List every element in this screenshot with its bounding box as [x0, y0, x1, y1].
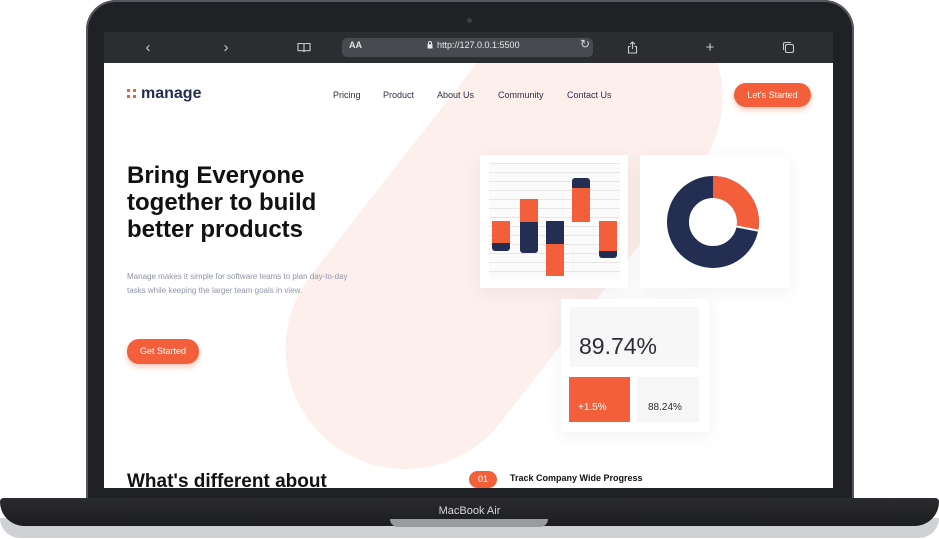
bar-segment: [572, 188, 590, 222]
donut-segment-orange: [712, 176, 759, 231]
logo-icon: [127, 89, 137, 99]
share-icon[interactable]: [617, 32, 647, 63]
bar-segment: [599, 251, 617, 258]
chevron-right-icon[interactable]: ›: [211, 32, 241, 63]
nav-product[interactable]: Product: [383, 90, 414, 100]
bar-segment: [546, 244, 564, 276]
camera-icon: [467, 18, 472, 23]
get-started-button[interactable]: Get Started: [127, 339, 199, 364]
header-cta-button[interactable]: Let's Started: [734, 83, 811, 107]
feature-title: Track Company Wide Progress: [510, 473, 643, 483]
nav-community[interactable]: Community: [498, 90, 544, 100]
bar-segment: [520, 222, 538, 253]
secondary-stat-tile: 88.24%: [637, 377, 699, 422]
bar-segment: [572, 178, 590, 188]
donut-chart: [667, 176, 759, 268]
nav-pricing[interactable]: Pricing: [333, 90, 361, 100]
big-stat-value: 89.74%: [579, 333, 658, 359]
nav-contact-us[interactable]: Contact Us: [567, 90, 612, 100]
bar-segment: [520, 199, 538, 222]
bar-chart-card: [480, 155, 628, 288]
hero-description: Manage makes it simple for software team…: [127, 272, 348, 295]
book-icon[interactable]: [289, 32, 319, 63]
delta-value: +1.5%: [578, 402, 607, 413]
tabs-icon[interactable]: [773, 32, 803, 63]
logo-text[interactable]: manage: [141, 85, 201, 103]
web-viewport: manage Pricing Product About Us Communit…: [104, 63, 833, 488]
laptop-notch: [390, 519, 548, 527]
section-heading: What's different about: [127, 471, 327, 488]
plus-icon[interactable]: +: [695, 32, 725, 63]
bar-segment: [492, 221, 510, 243]
hero-title: Bring Everyone together to build better …: [127, 162, 317, 243]
url-text[interactable]: http://127.0.0.1:5500: [437, 40, 520, 50]
bar-segment: [599, 221, 617, 251]
bar-segment: [492, 243, 510, 251]
donut-chart-card: [640, 155, 790, 288]
big-stat-tile: 89.74%: [570, 307, 699, 367]
chevron-left-icon[interactable]: ‹: [133, 32, 163, 63]
laptop-brand-label: MacBook Air: [438, 505, 501, 517]
nav-about-us[interactable]: About Us: [437, 90, 474, 100]
reload-icon[interactable]: ↻: [580, 37, 590, 51]
feature-number-badge: 01: [469, 471, 497, 488]
bar-segment: [546, 221, 564, 244]
secondary-stat-value: 88.24%: [648, 402, 682, 413]
text-size-button[interactable]: AA: [349, 40, 362, 50]
stats-card: 89.74% +1.5% 88.24%: [561, 299, 709, 432]
delta-tile: +1.5%: [569, 377, 630, 422]
lock-icon: [427, 41, 433, 51]
